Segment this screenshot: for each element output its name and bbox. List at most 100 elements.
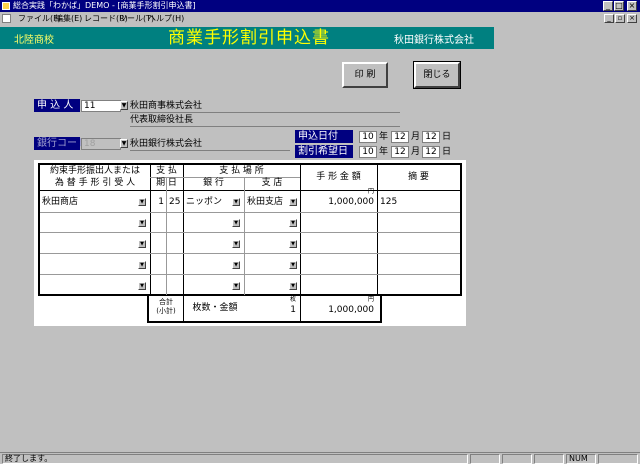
applicant-representative: 代表取締役社長 <box>130 115 194 125</box>
row1-month[interactable]: 1 <box>154 196 164 208</box>
status-bar: 終了します。 NUM <box>0 452 640 464</box>
total-label-top: 合計 <box>159 298 173 306</box>
mdi-close-icon[interactable]: × <box>627 14 637 23</box>
window-title-bar[interactable]: 総合実践「わかば」DEMO - [商業手形割引申込書] _ □ × <box>0 0 640 12</box>
header-recipient-line1: 約束手形振出人または <box>49 166 140 176</box>
representative-underline <box>130 126 400 127</box>
bank-code-label: 銀行コード <box>34 137 87 150</box>
applicant-company-underline <box>130 112 400 113</box>
status-text: 終了します。 <box>2 454 468 464</box>
row-line <box>40 232 460 233</box>
application-day-field[interactable]: 12 <box>422 131 440 143</box>
bank-code-dropdown-icon[interactable]: ▼ <box>120 139 128 148</box>
total-yen-unit: 円 <box>367 296 374 303</box>
header-yen-unit: 円 <box>367 188 374 195</box>
application-date-label: 申込日付 <box>295 130 353 143</box>
applicant-company: 秋田商事株式会社 <box>130 101 203 111</box>
year-unit: 年 <box>379 132 389 142</box>
row3-bank-dropdown-icon[interactable]: ▼ <box>232 240 240 248</box>
school-name: 北陸商校 <box>14 35 54 46</box>
day-unit: 日 <box>442 132 452 142</box>
total-border-right <box>380 294 382 323</box>
row1-amount[interactable]: 1,000,000 <box>300 196 374 208</box>
total-caption: 枚数・金額 <box>192 303 238 313</box>
window-title: 総合実践「わかば」DEMO - [商業手形割引申込書] <box>13 1 196 10</box>
row2-bank-dropdown-icon[interactable]: ▼ <box>232 219 240 227</box>
bank-name-underline <box>130 150 290 151</box>
total-count-unit: 枚 <box>289 296 296 303</box>
applicant-code-field[interactable]: 11 <box>81 100 121 112</box>
row4-bank-dropdown-icon[interactable]: ▼ <box>232 261 240 269</box>
row1-bank[interactable]: ニッポン <box>186 196 222 208</box>
menu-bar: ファイル(F) 編集(E) レコード(R) ツール(T) ヘルプ(H) _ ▫ … <box>0 12 640 25</box>
menu-edit[interactable]: 編集(E) <box>55 12 82 25</box>
applicant-dropdown-icon[interactable]: ▼ <box>120 101 128 110</box>
row2-recipient-dropdown-icon[interactable]: ▼ <box>138 219 146 227</box>
month-unit: 月 <box>411 147 421 157</box>
header-place: 支 払 場 所 <box>219 166 264 176</box>
col-line-place <box>244 177 245 295</box>
header-amount: 手 形 金 額 <box>316 172 361 182</box>
row3-recipient-dropdown-icon[interactable]: ▼ <box>138 240 146 248</box>
bank-header-name: 秋田銀行株式会社 <box>394 35 474 46</box>
total-border-bottom <box>147 321 382 323</box>
row5-recipient-dropdown-icon[interactable]: ▼ <box>138 282 146 290</box>
total-count: 1 <box>290 305 296 315</box>
status-panel <box>470 454 500 464</box>
table-border-top <box>38 163 462 165</box>
close-button[interactable]: 閉じる <box>413 61 461 89</box>
header-recipient-line2: 為 替 手 形 引 受 人 <box>54 178 136 188</box>
day-unit: 日 <box>442 147 452 157</box>
status-num: NUM <box>566 454 596 464</box>
application-year-field[interactable]: 10 <box>359 131 377 143</box>
menu-help[interactable]: ヘルプ(H) <box>148 12 184 25</box>
row2-branch-dropdown-icon[interactable]: ▼ <box>289 219 297 227</box>
minimize-icon[interactable]: _ <box>603 1 613 11</box>
total-label-bottom: (小計) <box>156 307 176 315</box>
row1-day[interactable]: 25 <box>169 196 180 208</box>
header-bank: 銀 行 <box>203 178 224 188</box>
maximize-icon[interactable]: □ <box>614 1 624 11</box>
col-line-due <box>166 177 167 295</box>
document-icon[interactable] <box>2 14 11 23</box>
row-line <box>40 253 460 254</box>
row3-branch-dropdown-icon[interactable]: ▼ <box>289 240 297 248</box>
application-month-field[interactable]: 12 <box>391 131 409 143</box>
table-border-bottom <box>38 294 462 296</box>
row5-branch-dropdown-icon[interactable]: ▼ <box>289 282 297 290</box>
header-divider <box>38 190 462 191</box>
row1-recipient-dropdown-icon[interactable]: ▼ <box>138 198 146 206</box>
row1-branch-dropdown-icon[interactable]: ▼ <box>289 198 297 206</box>
header-branch: 支 店 <box>261 178 283 188</box>
row1-bank-dropdown-icon[interactable]: ▼ <box>232 198 240 206</box>
header-due-top: 支 払 <box>156 166 177 176</box>
close-icon[interactable]: × <box>627 1 637 11</box>
total-amount: 1,000,000 <box>328 305 374 315</box>
desired-year-field[interactable]: 10 <box>359 146 377 158</box>
row4-branch-dropdown-icon[interactable]: ▼ <box>289 261 297 269</box>
print-button[interactable]: 印 刷 <box>342 62 388 88</box>
row1-recipient[interactable]: 秋田商店 <box>42 196 78 208</box>
year-unit: 年 <box>379 147 389 157</box>
bank-code-field[interactable]: 18 <box>81 138 121 150</box>
header-memo: 摘 要 <box>408 172 429 182</box>
row5-bank-dropdown-icon[interactable]: ▼ <box>232 282 240 290</box>
status-panel <box>598 454 638 464</box>
mdi-minimize-icon[interactable]: _ <box>604 14 614 23</box>
row-line <box>40 212 460 213</box>
bills-table: 約束手形振出人または 為 替 手 形 引 受 人 支 払 期 日 支 払 場 所… <box>34 160 466 326</box>
row1-branch[interactable]: 秋田支店 <box>247 196 283 208</box>
desired-day-field[interactable]: 12 <box>422 146 440 158</box>
status-panel <box>534 454 564 464</box>
header-due-bottom: 期 日 <box>156 178 177 188</box>
app-icon[interactable] <box>2 2 10 10</box>
row1-memo[interactable]: 125 <box>380 196 397 208</box>
status-panel <box>502 454 532 464</box>
mdi-restore-icon[interactable]: ▫ <box>615 14 625 23</box>
row-line <box>40 274 460 275</box>
form-title: 商業手形割引申込書 <box>168 28 330 48</box>
desired-month-field[interactable]: 12 <box>391 146 409 158</box>
desired-date-label: 割引希望日 <box>295 145 353 158</box>
bank-name: 秋田銀行株式会社 <box>130 139 203 149</box>
row4-recipient-dropdown-icon[interactable]: ▼ <box>138 261 146 269</box>
